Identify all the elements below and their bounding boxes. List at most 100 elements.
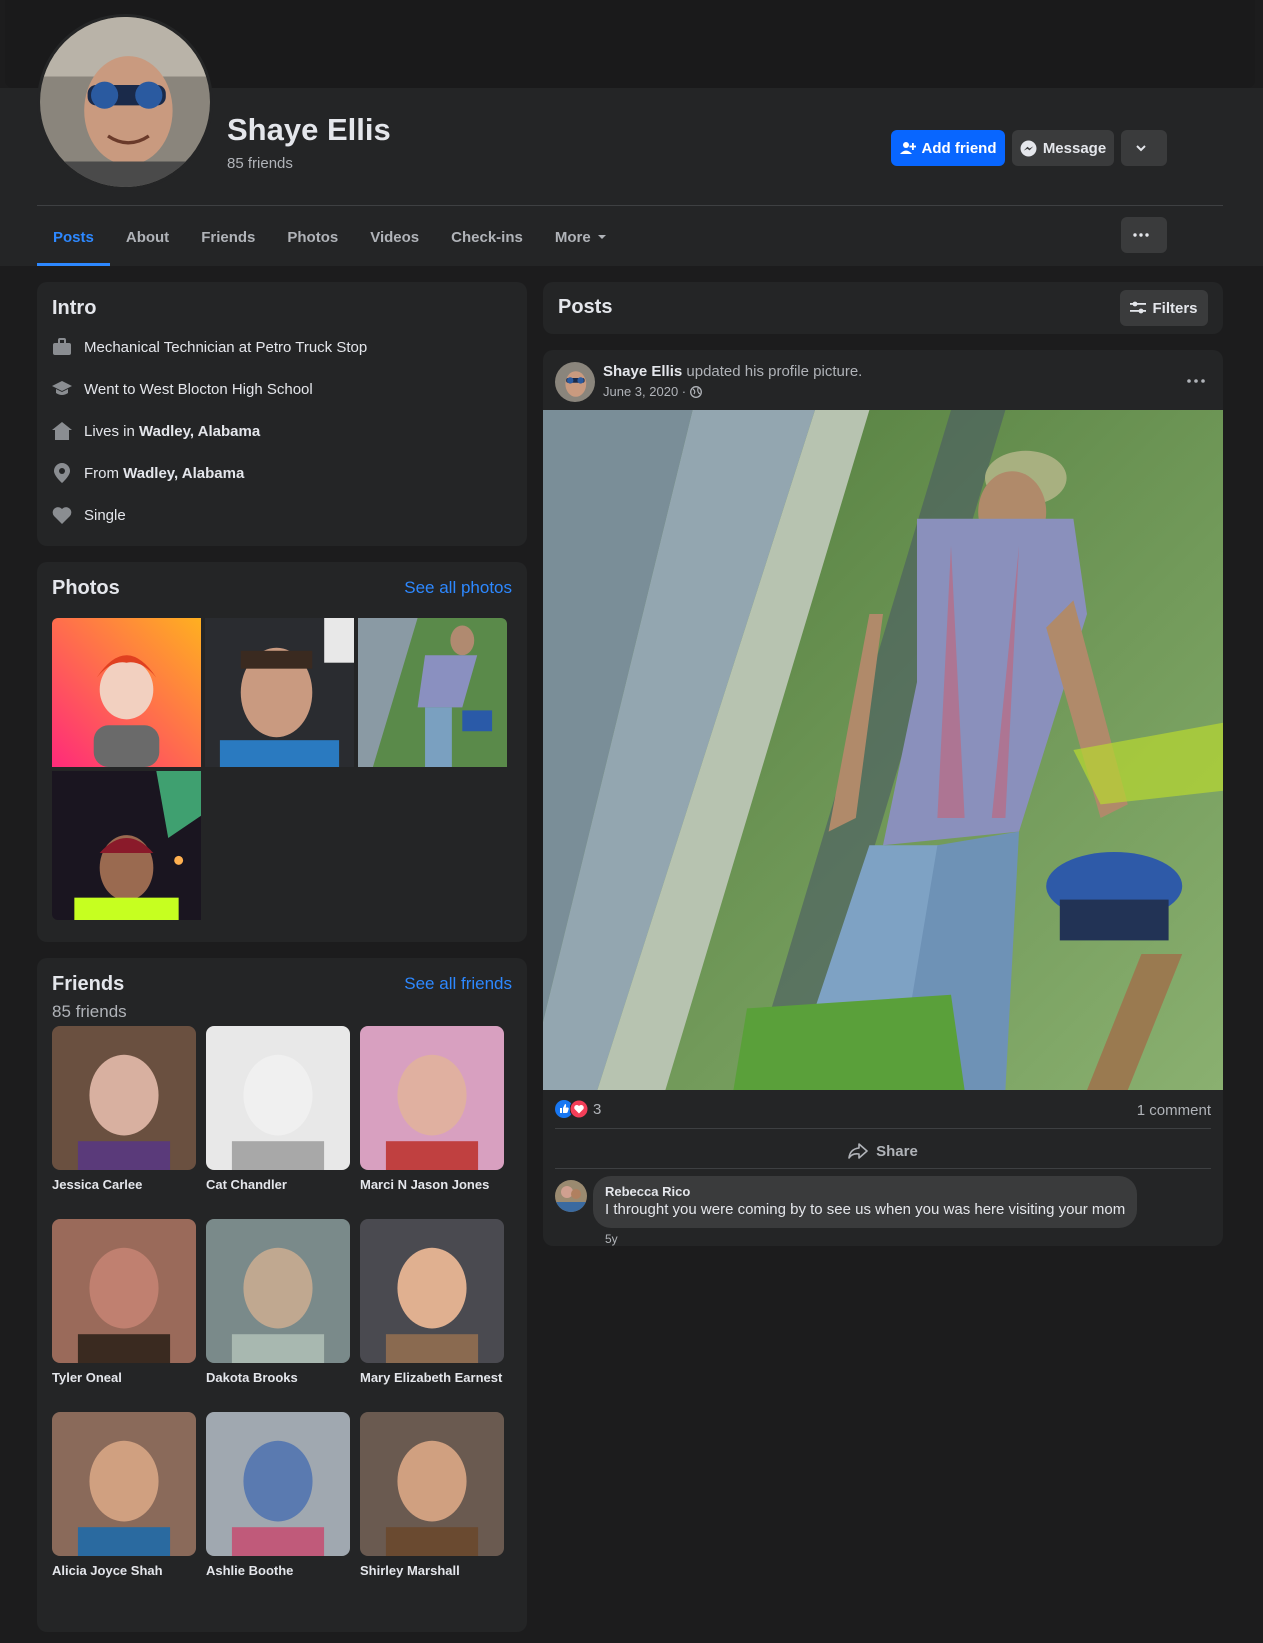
post-headline: Shaye Ellis updated his profile picture. xyxy=(603,363,862,380)
intro-lives-place[interactable]: Wadley, Alabama xyxy=(139,423,260,440)
tab-videos[interactable]: Videos xyxy=(354,208,435,266)
intro-work: Mechanical Technician at Petro Truck Sto… xyxy=(52,337,367,357)
profile-friend-count[interactable]: 85 friends xyxy=(227,155,293,172)
friend-name[interactable]: Marci N Jason Jones xyxy=(360,1177,489,1192)
add-person-icon xyxy=(899,142,916,154)
tab-check-ins[interactable]: Check-ins xyxy=(435,208,539,266)
share-label: Share xyxy=(876,1142,918,1160)
reaction-count: 3 xyxy=(593,1100,602,1118)
friend-photo xyxy=(360,1412,504,1556)
friend-photo xyxy=(206,1219,350,1363)
photo-thumbnail[interactable] xyxy=(205,618,354,767)
photos-card: Photos See all photos xyxy=(37,562,527,942)
friend-name[interactable]: Tyler Oneal xyxy=(52,1370,122,1385)
friend-photo xyxy=(52,1219,196,1363)
intro-education: Went to West Blocton High School xyxy=(52,379,313,399)
reactions-summary[interactable]: 3 xyxy=(555,1100,601,1118)
profile-more-options-button[interactable] xyxy=(1121,217,1167,253)
intro-title: Intro xyxy=(52,297,97,319)
photo-thumbnail[interactable] xyxy=(358,618,507,767)
see-all-friends-link[interactable]: See all friends xyxy=(404,974,512,994)
intro-relationship: Single xyxy=(52,505,126,525)
tab-about[interactable]: About xyxy=(110,208,185,266)
intro-from-place[interactable]: Wadley, Alabama xyxy=(123,465,244,482)
tab-more[interactable]: More xyxy=(539,208,623,266)
posts-header-card: Posts Filters xyxy=(543,282,1223,334)
friend-tile[interactable] xyxy=(52,1412,196,1556)
post-date[interactable]: June 3, 2020 · xyxy=(603,384,686,399)
friend-photo xyxy=(52,1412,196,1556)
photo-thumbnail[interactable] xyxy=(52,771,201,920)
comment-count-link[interactable]: 1 comment xyxy=(1137,1102,1211,1119)
friend-photo xyxy=(360,1026,504,1170)
post-divider xyxy=(555,1168,1211,1169)
post-divider xyxy=(555,1128,1211,1129)
photo-thumbnail[interactable] xyxy=(52,618,201,767)
chevron-down-icon xyxy=(1136,145,1146,152)
friend-tile[interactable] xyxy=(206,1412,350,1556)
comment-age[interactable]: 5y xyxy=(605,1232,618,1246)
friends-title: Friends xyxy=(52,973,125,995)
friend-tile[interactable] xyxy=(52,1219,196,1363)
friend-tile[interactable] xyxy=(52,1026,196,1170)
intro-lives: Lives in Wadley, Alabama xyxy=(52,421,260,441)
header-divider xyxy=(37,205,1223,206)
post-author-name[interactable]: Shaye Ellis xyxy=(603,363,682,380)
friend-photo xyxy=(52,1026,196,1170)
friend-name[interactable]: Alicia Joyce Shah xyxy=(52,1563,163,1578)
heart-icon xyxy=(52,505,72,525)
friend-photo xyxy=(360,1219,504,1363)
photos-title: Photos xyxy=(52,577,120,599)
posts-title: Posts xyxy=(558,296,613,318)
friend-tile[interactable] xyxy=(206,1219,350,1363)
friend-tile[interactable] xyxy=(360,1412,504,1556)
add-friend-button[interactable]: Add friend xyxy=(891,130,1005,166)
globe-icon xyxy=(690,385,703,398)
intro-relationship-text: Single xyxy=(84,506,126,524)
profile-name: Shaye Ellis xyxy=(227,112,391,147)
intro-from-prefix: From xyxy=(84,464,124,482)
friend-photo xyxy=(206,1026,350,1170)
post-photo[interactable] xyxy=(543,410,1223,1090)
tab-friends[interactable]: Friends xyxy=(185,208,271,266)
friend-name[interactable]: Mary Elizabeth Earnest xyxy=(360,1370,502,1385)
filters-icon xyxy=(1130,301,1147,314)
message-button[interactable]: Message xyxy=(1012,130,1114,166)
friend-name[interactable]: Dakota Brooks xyxy=(206,1370,298,1385)
tab-posts[interactable]: Posts xyxy=(37,208,110,266)
friend-name[interactable]: Jessica Carlee xyxy=(52,1177,142,1192)
tab-photos[interactable]: Photos xyxy=(271,208,354,266)
post-meta: June 3, 2020 · xyxy=(603,384,703,399)
profile-tabs: Posts About Friends Photos Videos Check-… xyxy=(37,208,623,266)
profile-avatar[interactable] xyxy=(37,14,213,190)
friend-tile[interactable] xyxy=(360,1026,504,1170)
profile-dropdown-button[interactable] xyxy=(1121,130,1167,166)
home-icon xyxy=(52,421,72,441)
graduation-cap-icon xyxy=(52,379,72,399)
add-friend-label: Add friend xyxy=(921,139,997,157)
friends-count: 85 friends xyxy=(52,1002,127,1021)
commenter-avatar[interactable] xyxy=(555,1180,587,1212)
friend-name[interactable]: Shirley Marshall xyxy=(360,1563,460,1578)
filters-button[interactable]: Filters xyxy=(1120,290,1208,326)
comment-author[interactable]: Rebecca Rico xyxy=(605,1184,1125,1199)
tab-more-label: More xyxy=(554,228,591,246)
post-action-text: updated his profile picture. xyxy=(682,363,863,380)
friend-photo xyxy=(206,1412,350,1556)
briefcase-icon xyxy=(52,337,72,357)
friend-tile[interactable] xyxy=(360,1219,504,1363)
post-author-avatar[interactable] xyxy=(555,362,595,402)
friend-name[interactable]: Cat Chandler xyxy=(206,1177,287,1192)
avatar-image xyxy=(40,17,210,187)
share-button[interactable]: Share xyxy=(555,1132,1211,1170)
see-all-photos-link[interactable]: See all photos xyxy=(404,578,512,598)
messenger-icon xyxy=(1020,140,1037,156)
post-options-button[interactable] xyxy=(1187,370,1205,388)
intro-from: From Wadley, Alabama xyxy=(52,463,244,483)
friend-tile[interactable] xyxy=(206,1026,350,1170)
comment-text: I throught you were coming by to see us … xyxy=(605,1201,1126,1218)
intro-card: Intro Mechanical Technician at Petro Tru… xyxy=(37,282,527,546)
intro-education-text: Went to West Blocton High School xyxy=(84,380,313,398)
post-card: Shaye Ellis updated his profile picture.… xyxy=(543,350,1223,1246)
friend-name[interactable]: Ashlie Boothe xyxy=(206,1563,293,1578)
